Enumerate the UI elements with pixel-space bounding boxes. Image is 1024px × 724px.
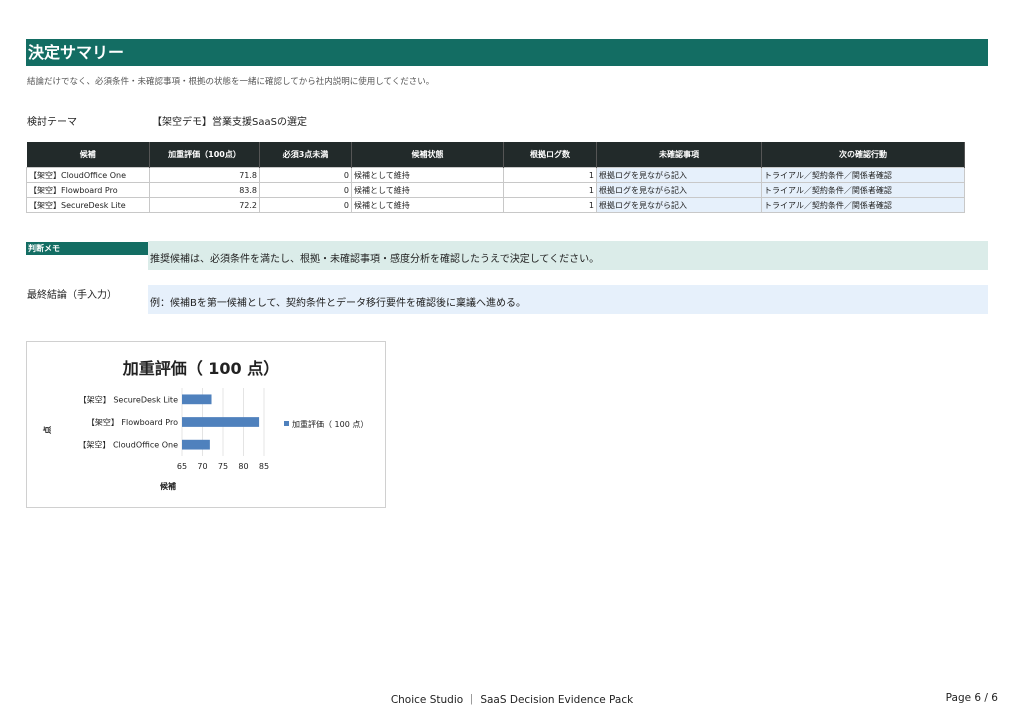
chart-x-tick-label: 75: [218, 462, 228, 471]
weighted-score-chart: 加重評価（ 100 点） 点 候補 【架空】 CloudOffice One 【架…: [42, 359, 368, 491]
page-subtitle: 結論だけでなく、必須条件・未確認事項・根拠の状態を一緒に確認してから社内説明に使…: [27, 77, 435, 87]
chart-bar: [182, 417, 260, 427]
cell-score: 71.8: [149, 167, 260, 183]
chart-category-label: 【架空】 SecureDesk Lite: [79, 394, 178, 404]
table-row: 【架空】CloudOffice One 71.8 0 候補として維持 1 根拠ロ…: [26, 167, 965, 183]
cell-unconfirmed: 根拠ログを見ながら記入: [596, 197, 762, 213]
cell-score: 83.8: [149, 182, 260, 198]
chart-x-tick-label: 70: [197, 462, 207, 471]
legend-swatch: [284, 421, 289, 426]
cell-evidence: 1: [503, 182, 597, 198]
page-title: 決定サマリー: [28, 43, 125, 62]
cell-status: 候補として維持: [351, 182, 504, 198]
header-candidate-status: 候補状態: [351, 142, 504, 168]
chart-x-tick-label: 85: [259, 462, 269, 471]
chart-x-tick-label: 80: [238, 462, 248, 471]
theme-label: 検討テーマ: [27, 117, 77, 128]
chart-category-label: 【架空】 Flowboard Pro: [87, 417, 178, 427]
cell-next-action: トライアル／契約条件／関係者確認: [761, 182, 965, 198]
title-bar: [26, 39, 988, 66]
cell-must: 0: [259, 167, 352, 183]
header-evidence-count: 根拠ログ数: [503, 142, 597, 168]
cell-candidate: 【架空】Flowboard Pro: [26, 182, 150, 198]
table-header-row: 候補 加重評価（100点） 必須3点未満 候補状態 根拠ログ数 未確認事項 次の…: [26, 142, 965, 168]
cell-candidate: 【架空】SecureDesk Lite: [26, 197, 150, 213]
chart-title: 加重評価（ 100 点）: [122, 359, 280, 378]
footer-center: Choice Studio ｜ SaaS Decision Evidence P…: [390, 694, 634, 706]
chart-x-tick-label: 65: [177, 462, 187, 471]
chart-y-axis-label: 点: [42, 426, 52, 434]
header-candidate: 候補: [26, 142, 150, 168]
header-must-below-3: 必須3点未満: [259, 142, 352, 168]
legend-entry: 加重評価（ 100 点）: [292, 419, 368, 429]
table-row: 【架空】Flowboard Pro 83.8 0 候補として維持 1 根拠ログを…: [26, 182, 965, 198]
cell-evidence: 1: [503, 197, 597, 213]
chart-frame: 加重評価（ 100 点） 点 候補 【架空】 CloudOffice One 【架…: [26, 341, 386, 508]
cell-next-action: トライアル／契約条件／関係者確認: [761, 197, 965, 213]
cell-candidate: 【架空】CloudOffice One: [26, 167, 150, 183]
theme-value: 【架空デモ】営業支援SaaSの選定: [152, 117, 307, 128]
memo-label: 判断メモ: [28, 244, 60, 253]
header-next-action: 次の確認行動: [761, 142, 965, 168]
cell-status: 候補として維持: [351, 167, 504, 183]
memo-text: 推奨候補は、必須条件を満たし、根拠・未確認事項・感度分析を確認したうえで決定して…: [150, 254, 600, 265]
final-conclusion-text[interactable]: 例：候補Bを第一候補として、契約条件とデータ移行要件を確認後に稟議へ進める。: [150, 294, 526, 309]
cell-must: 0: [259, 182, 352, 198]
cell-unconfirmed: 根拠ログを見ながら記入: [596, 167, 762, 183]
cell-evidence: 1: [503, 167, 597, 183]
cell-next-action: トライアル／契約条件／関係者確認: [761, 167, 965, 183]
cell-status: 候補として維持: [351, 197, 504, 213]
table-row: 【架空】SecureDesk Lite 72.2 0 候補として維持 1 根拠ロ…: [26, 197, 965, 213]
header-weighted-score: 加重評価（100点）: [149, 142, 260, 168]
candidate-table: 候補 加重評価（100点） 必須3点未満 候補状態 根拠ログ数 未確認事項 次の…: [26, 142, 965, 213]
cell-unconfirmed: 根拠ログを見ながら記入: [596, 182, 762, 198]
chart-x-axis-label: 候補: [160, 481, 176, 491]
page-number: Page 6 / 6: [945, 692, 998, 704]
chart-category-label: 【架空】 CloudOffice One: [78, 440, 178, 450]
cell-score: 72.2: [149, 197, 260, 213]
cell-must: 0: [259, 197, 352, 213]
header-unconfirmed: 未確認事項: [596, 142, 762, 168]
chart-bar: [182, 439, 210, 450]
chart-bar: [182, 394, 212, 405]
final-conclusion-label: 最終結論（手入力）: [27, 290, 117, 301]
